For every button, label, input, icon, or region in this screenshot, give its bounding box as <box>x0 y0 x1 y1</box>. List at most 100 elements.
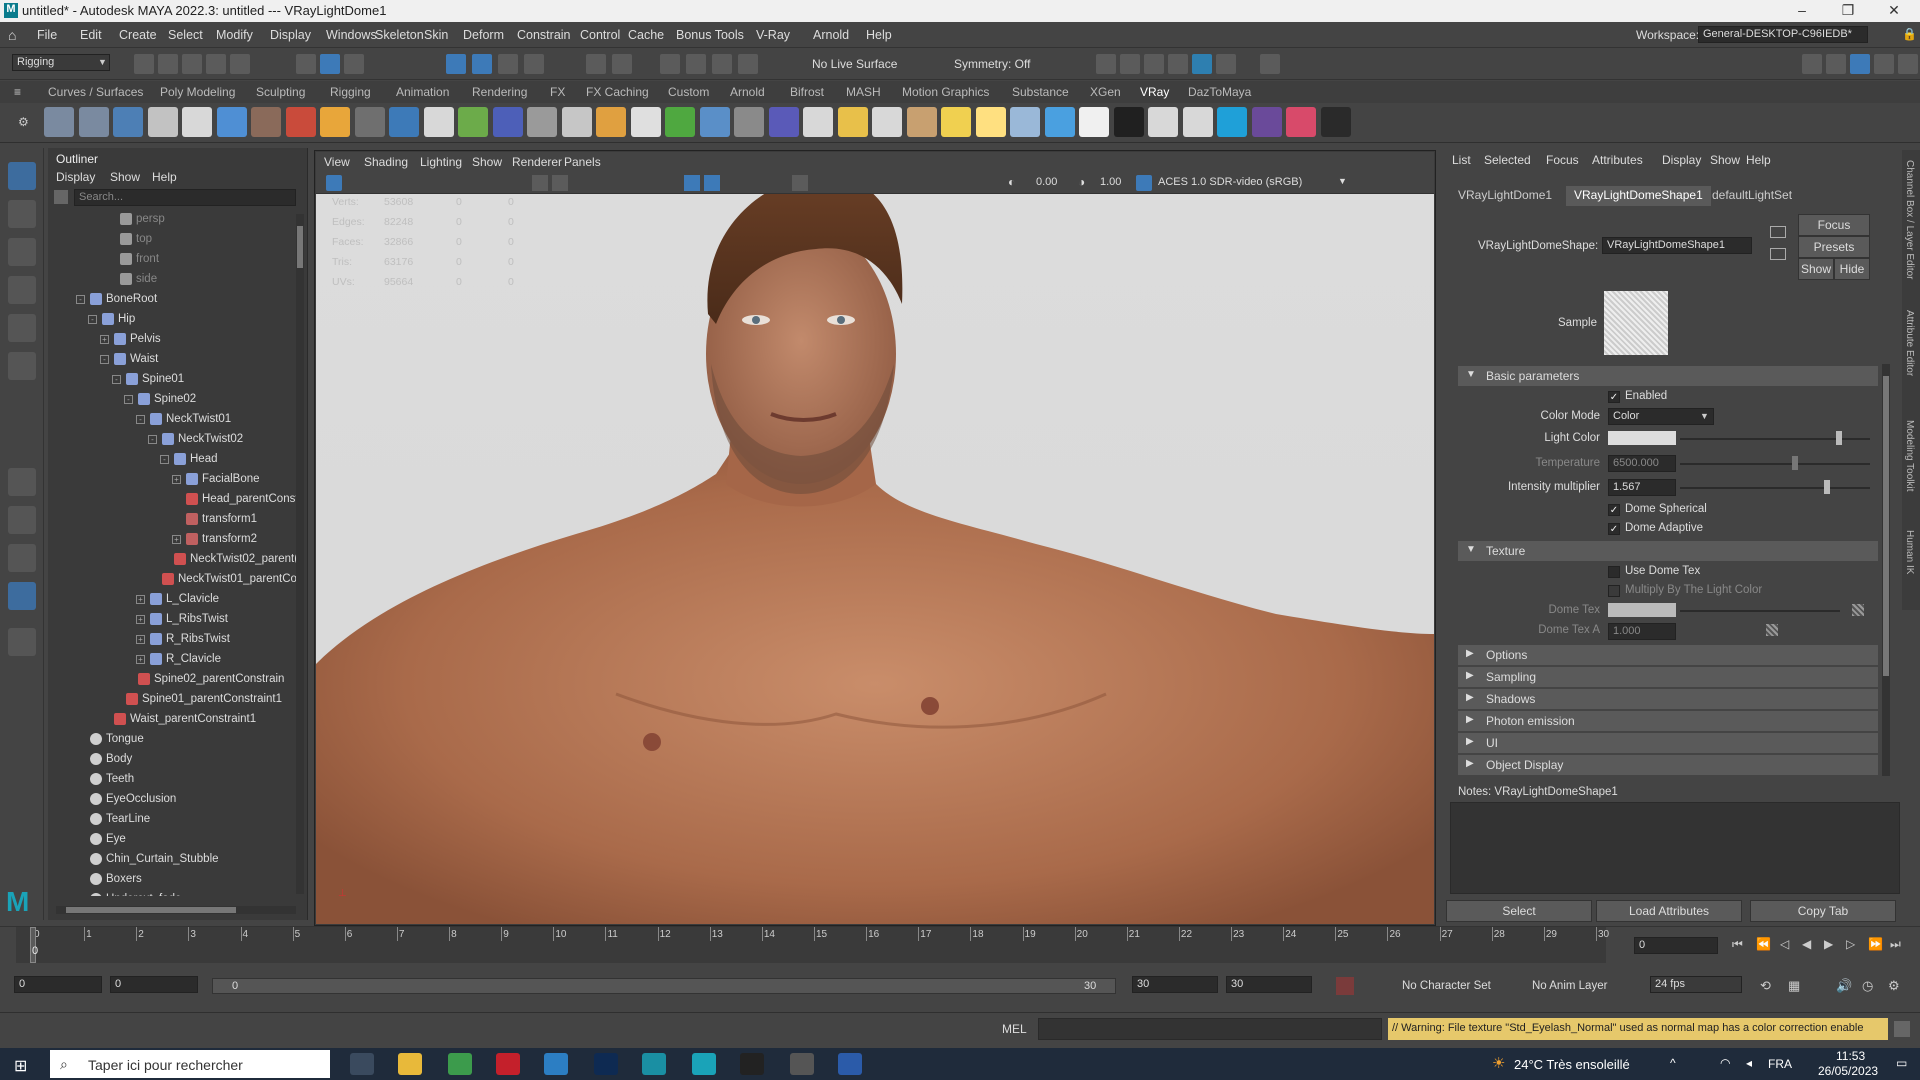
shelf-tool-38-icon[interactable] <box>1320 107 1351 137</box>
shelf-tool-4-icon[interactable] <box>147 107 178 137</box>
collapse-toggle-icon[interactable]: - <box>148 435 157 444</box>
outliner-row[interactable]: side <box>48 270 294 290</box>
textured-icon[interactable] <box>684 175 700 191</box>
snap-view-plane-icon[interactable] <box>524 54 544 74</box>
chrome-icon[interactable] <box>448 1053 472 1075</box>
timeline-track[interactable]: 0 1 2 3 4 5 6 7 8 9 10 11 12 13 14 15 16 17 18 19 20 21 22 23 24… <box>16 927 1609 963</box>
shelf-menu-icon[interactable]: ≡ <box>14 85 21 99</box>
ipr-render-icon[interactable] <box>1144 54 1164 74</box>
viewport-menu-shading[interactable]: Shading <box>364 155 408 169</box>
character-set-select[interactable]: No Character Set <box>1402 980 1491 992</box>
outliner-search-input[interactable]: Search... <box>74 189 296 206</box>
weather-text[interactable]: 24°C Très ensoleillé <box>1514 1057 1630 1072</box>
range-bar[interactable] <box>212 978 1116 994</box>
maya-taskbar-2-icon[interactable] <box>692 1053 716 1075</box>
workspace-select[interactable]: General-DESKTOP-C96IEDB* <box>1698 26 1868 43</box>
outliner-menu-display[interactable]: Display <box>56 170 95 184</box>
wifi-icon[interactable]: ◠ <box>1720 1056 1730 1070</box>
new-scene-icon[interactable] <box>134 54 154 74</box>
copy-tab-button[interactable]: Copy Tab <box>1750 900 1896 922</box>
live-surface-field[interactable]: No Live Surface <box>812 57 897 71</box>
sound-icon[interactable]: 🔊 <box>1836 978 1852 994</box>
side-tab-human-ik[interactable]: Human IK <box>1904 530 1915 574</box>
outliner-row[interactable]: front <box>48 250 294 270</box>
shelf-tool-33-icon[interactable] <box>1148 107 1178 137</box>
focus-output-icon[interactable] <box>1770 248 1786 260</box>
menu-set-select[interactable]: Rigging <box>12 54 110 71</box>
node-name-field[interactable]: VRayLightDomeShape1 <box>1602 237 1752 254</box>
tray-chevron-icon[interactable]: ^ <box>1670 1056 1676 1070</box>
loop-icon[interactable]: ⟲ <box>1760 978 1771 994</box>
shelf-tool-35-icon[interactable] <box>1217 107 1247 137</box>
preferences-icon[interactable]: ⚙ <box>1888 978 1900 994</box>
four-view-layout-icon[interactable] <box>8 506 36 534</box>
outliner-row[interactable]: + R_Clavicle <box>48 650 294 670</box>
playback-end-field[interactable]: 30 <box>1132 976 1218 993</box>
shelf-tool-8-icon[interactable] <box>285 107 316 137</box>
attr-menu-display[interactable]: Display <box>1662 153 1701 167</box>
command-input[interactable] <box>1038 1018 1382 1040</box>
section-photon-emission[interactable]: ▶ Photon emission <box>1458 711 1878 731</box>
camera-select-icon[interactable] <box>326 175 342 191</box>
step-forward-icon[interactable]: ▷ <box>1846 937 1855 951</box>
expand-toggle-icon[interactable]: + <box>172 535 181 544</box>
attr-tab-vraylightdomeshape1[interactable]: VRayLightDomeShape1 <box>1566 186 1711 206</box>
shelf-tab-xgen[interactable]: XGen <box>1090 85 1121 99</box>
hypershade-icon[interactable] <box>738 54 758 74</box>
cache-icon[interactable]: ▦ <box>1788 978 1800 994</box>
settings-icon[interactable] <box>1898 54 1918 74</box>
script-editor-icon[interactable] <box>1894 1021 1910 1037</box>
viewport-canvas[interactable]: Verts: 53608 0 0 Edges: 82248 0 0 Faces: 32866 0 0 T… <box>316 194 1434 924</box>
viewport-menu-panels[interactable]: Panels <box>564 155 601 169</box>
outliner-vscrollbar[interactable] <box>296 214 304 894</box>
outliner-row[interactable]: Chin_Curtain_Stubble <box>48 850 294 870</box>
save-scene-icon[interactable] <box>182 54 202 74</box>
color-space-icon[interactable] <box>1136 175 1152 191</box>
color-mode-select[interactable]: Color <box>1608 408 1714 425</box>
menu-skeleton[interactable]: Skeleton <box>375 28 424 42</box>
outliner-hscroll-thumb[interactable] <box>66 907 236 913</box>
anim-layer-select[interactable]: No Anim Layer <box>1532 980 1607 992</box>
collapse-toggle-icon[interactable]: - <box>100 355 109 364</box>
menu-skin[interactable]: Skin <box>424 28 448 42</box>
step-forward-key-icon[interactable]: ⏩ <box>1868 937 1883 951</box>
file-explorer-icon[interactable] <box>398 1053 422 1075</box>
unreal-icon[interactable] <box>740 1053 764 1075</box>
shelf-tool-2-icon[interactable] <box>78 107 109 137</box>
lights-icon[interactable] <box>704 175 720 191</box>
attr-menu-selected[interactable]: Selected <box>1484 153 1531 167</box>
shelf-tool-10-icon[interactable] <box>354 107 385 137</box>
menu-select[interactable]: Select <box>168 28 203 42</box>
attr-menu-help[interactable]: Help <box>1746 153 1771 167</box>
outliner-row[interactable]: - Hip <box>48 310 294 330</box>
viewport-menu-renderer[interactable]: Renderer <box>512 155 562 169</box>
outliner-row[interactable]: - Spine01 <box>48 370 294 390</box>
shelf-tool-9-icon[interactable] <box>320 107 350 137</box>
use-dome-tex-checkbox[interactable] <box>1608 566 1620 578</box>
load-attributes-button[interactable]: Load Attributes <box>1596 900 1742 922</box>
sidebar-toggle-3-icon[interactable] <box>1850 54 1870 74</box>
maximize-button[interactable]: ❐ <box>1828 2 1868 19</box>
shelf-tab-fx-caching[interactable]: FX Caching <box>586 85 649 99</box>
shelf-tool-31-icon[interactable] <box>1079 107 1109 137</box>
collapse-toggle-icon[interactable]: - <box>76 295 85 304</box>
attr-tab-defaultlightset[interactable]: defaultLightSet <box>1704 186 1800 206</box>
playback-start-field[interactable]: 0 <box>110 976 198 993</box>
menu-help[interactable]: Help <box>866 28 892 42</box>
outliner-row[interactable]: TearLine <box>48 810 294 830</box>
menu-arnold[interactable]: Arnold <box>813 28 849 42</box>
menu-constrain[interactable]: Constrain <box>517 28 571 42</box>
menu-v-ray[interactable]: V-Ray <box>756 28 790 42</box>
collapse-toggle-icon[interactable]: - <box>124 395 133 404</box>
outliner-row[interactable]: - Waist <box>48 350 294 370</box>
shelf-tool-30-icon[interactable] <box>1044 107 1075 137</box>
outliner-vscroll-thumb[interactable] <box>297 226 303 268</box>
outliner-row[interactable]: transform1 <box>48 510 294 530</box>
light-color-slider-knob[interactable] <box>1836 431 1842 445</box>
minimize-button[interactable]: – <box>1782 2 1822 18</box>
collapse-toggle-icon[interactable]: - <box>136 415 145 424</box>
history-icon[interactable] <box>612 54 632 74</box>
command-lang-label[interactable]: MEL <box>1002 1022 1027 1036</box>
outliner-row[interactable]: top <box>48 230 294 250</box>
shelf-tab-arnold[interactable]: Arnold <box>730 85 765 99</box>
